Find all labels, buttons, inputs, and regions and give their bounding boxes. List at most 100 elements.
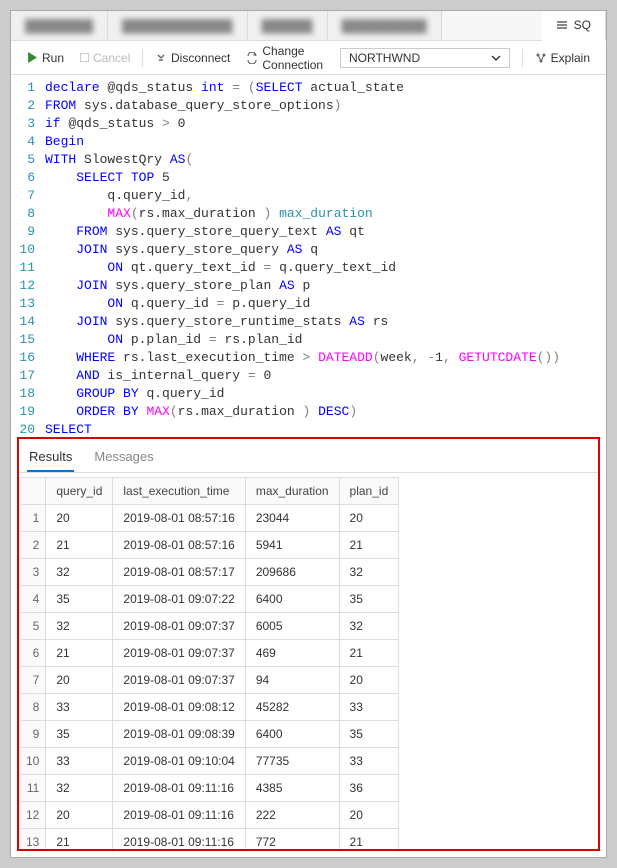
code-line[interactable]: MAX(rs.max_duration ) max_duration bbox=[45, 205, 606, 223]
cell[interactable]: 32 bbox=[46, 775, 113, 802]
cell[interactable]: 32 bbox=[46, 559, 113, 586]
code-line[interactable]: FROM sys.database_query_store_options) bbox=[45, 97, 606, 115]
cell[interactable]: 35 bbox=[339, 721, 399, 748]
cell[interactable]: 32 bbox=[339, 559, 399, 586]
table-row[interactable]: 11322019-08-01 09:11:16438536 bbox=[20, 775, 399, 802]
cell[interactable]: 2019-08-01 09:11:16 bbox=[113, 829, 245, 852]
cell[interactable]: 21 bbox=[46, 829, 113, 852]
code-line[interactable]: GROUP BY q.query_id bbox=[45, 385, 606, 403]
disconnect-button[interactable]: Disconnect bbox=[149, 48, 236, 68]
cell[interactable]: 2019-08-01 09:08:39 bbox=[113, 721, 245, 748]
cell[interactable]: 20 bbox=[46, 505, 113, 532]
code-line[interactable]: JOIN sys.query_store_query AS q bbox=[45, 241, 606, 259]
cell[interactable]: 2019-08-01 09:08:12 bbox=[113, 694, 245, 721]
messages-tab[interactable]: Messages bbox=[92, 443, 155, 472]
cell[interactable]: 2019-08-01 09:11:16 bbox=[113, 802, 245, 829]
file-tab-3[interactable]: ██████ bbox=[248, 11, 328, 40]
cell[interactable]: 35 bbox=[339, 586, 399, 613]
cell[interactable]: 2019-08-01 08:57:16 bbox=[113, 505, 245, 532]
code-line[interactable]: AND is_internal_query = 0 bbox=[45, 367, 606, 385]
cell[interactable]: 6400 bbox=[245, 721, 339, 748]
cell[interactable]: 469 bbox=[245, 640, 339, 667]
cell[interactable]: 2019-08-01 09:07:37 bbox=[113, 640, 245, 667]
code-line[interactable]: Begin bbox=[45, 133, 606, 151]
cell[interactable]: 222 bbox=[245, 802, 339, 829]
table-row[interactable]: 9352019-08-01 09:08:39640035 bbox=[20, 721, 399, 748]
code-line[interactable]: SELECT bbox=[45, 421, 606, 435]
cell[interactable]: 2019-08-01 08:57:17 bbox=[113, 559, 245, 586]
cell[interactable]: 21 bbox=[339, 532, 399, 559]
cell[interactable]: 21 bbox=[46, 640, 113, 667]
results-tab[interactable]: Results bbox=[27, 443, 74, 472]
cell[interactable]: 20 bbox=[46, 802, 113, 829]
cell[interactable]: 32 bbox=[339, 613, 399, 640]
code-line[interactable]: declare @qds_status int = (SELECT actual… bbox=[45, 79, 606, 97]
cell[interactable]: 2019-08-01 09:07:22 bbox=[113, 586, 245, 613]
code-line[interactable]: FROM sys.query_store_query_text AS qt bbox=[45, 223, 606, 241]
cell[interactable]: 33 bbox=[46, 748, 113, 775]
cell[interactable]: 77735 bbox=[245, 748, 339, 775]
code-line[interactable]: ON qt.query_text_id = q.query_text_id bbox=[45, 259, 606, 277]
code-line[interactable]: WITH SlowestQry AS( bbox=[45, 151, 606, 169]
cell[interactable]: 6005 bbox=[245, 613, 339, 640]
table-row[interactable]: 3322019-08-01 08:57:1720968632 bbox=[20, 559, 399, 586]
cell[interactable]: 45282 bbox=[245, 694, 339, 721]
cell[interactable]: 21 bbox=[339, 640, 399, 667]
table-row[interactable]: 10332019-08-01 09:10:047773533 bbox=[20, 748, 399, 775]
cell[interactable]: 2019-08-01 09:10:04 bbox=[113, 748, 245, 775]
cell[interactable]: 32 bbox=[46, 613, 113, 640]
table-row[interactable]: 12202019-08-01 09:11:1622220 bbox=[20, 802, 399, 829]
cell[interactable]: 33 bbox=[339, 748, 399, 775]
table-row[interactable]: 4352019-08-01 09:07:22640035 bbox=[20, 586, 399, 613]
code-line[interactable]: ON p.plan_id = rs.plan_id bbox=[45, 331, 606, 349]
cell[interactable]: 4385 bbox=[245, 775, 339, 802]
cell[interactable]: 20 bbox=[46, 667, 113, 694]
file-tab-active[interactable]: SQ bbox=[542, 11, 606, 41]
file-tab-1[interactable]: ████████ bbox=[11, 11, 108, 40]
column-header[interactable]: plan_id bbox=[339, 478, 399, 505]
column-header[interactable]: max_duration bbox=[245, 478, 339, 505]
table-row[interactable]: 8332019-08-01 09:08:124528233 bbox=[20, 694, 399, 721]
file-tab-4[interactable]: ██████████ bbox=[328, 11, 442, 40]
cell[interactable]: 20 bbox=[339, 802, 399, 829]
cell[interactable]: 35 bbox=[46, 586, 113, 613]
cell[interactable]: 21 bbox=[46, 532, 113, 559]
change-connection-button[interactable]: Change Connection bbox=[240, 41, 330, 75]
database-selector[interactable]: NORTHWND bbox=[340, 48, 510, 68]
cell[interactable]: 2019-08-01 09:07:37 bbox=[113, 667, 245, 694]
cell[interactable]: 6400 bbox=[245, 586, 339, 613]
cell[interactable]: 21 bbox=[339, 829, 399, 852]
cell[interactable]: 35 bbox=[46, 721, 113, 748]
results-grid[interactable]: query_idlast_execution_timemax_durationp… bbox=[19, 477, 399, 851]
sql-editor[interactable]: 12345678910111213141516171819202122 decl… bbox=[11, 75, 606, 435]
table-row[interactable]: 7202019-08-01 09:07:379420 bbox=[20, 667, 399, 694]
code-line[interactable]: JOIN sys.query_store_plan AS p bbox=[45, 277, 606, 295]
column-header[interactable]: last_execution_time bbox=[113, 478, 245, 505]
code-area[interactable]: declare @qds_status int = (SELECT actual… bbox=[45, 75, 606, 435]
explain-button[interactable]: Explain bbox=[529, 48, 596, 68]
cell[interactable]: 5941 bbox=[245, 532, 339, 559]
code-line[interactable]: WHERE rs.last_execution_time > DATEADD(w… bbox=[45, 349, 606, 367]
cell[interactable]: 33 bbox=[46, 694, 113, 721]
column-header[interactable]: query_id bbox=[46, 478, 113, 505]
cell[interactable]: 23044 bbox=[245, 505, 339, 532]
run-button[interactable]: Run bbox=[21, 48, 70, 68]
table-row[interactable]: 6212019-08-01 09:07:3746921 bbox=[20, 640, 399, 667]
cell[interactable]: 33 bbox=[339, 694, 399, 721]
cell[interactable]: 20 bbox=[339, 667, 399, 694]
code-line[interactable]: if @qds_status > 0 bbox=[45, 115, 606, 133]
cell[interactable]: 772 bbox=[245, 829, 339, 852]
cell[interactable]: 36 bbox=[339, 775, 399, 802]
cell[interactable]: 209686 bbox=[245, 559, 339, 586]
code-line[interactable]: SELECT TOP 5 bbox=[45, 169, 606, 187]
code-line[interactable]: ORDER BY MAX(rs.max_duration ) DESC) bbox=[45, 403, 606, 421]
cell[interactable]: 2019-08-01 08:57:16 bbox=[113, 532, 245, 559]
cell[interactable]: 2019-08-01 09:07:37 bbox=[113, 613, 245, 640]
cell[interactable]: 20 bbox=[339, 505, 399, 532]
table-row[interactable]: 2212019-08-01 08:57:16594121 bbox=[20, 532, 399, 559]
table-row[interactable]: 5322019-08-01 09:07:37600532 bbox=[20, 613, 399, 640]
code-line[interactable]: JOIN sys.query_store_runtime_stats AS rs bbox=[45, 313, 606, 331]
code-line[interactable]: ON q.query_id = p.query_id bbox=[45, 295, 606, 313]
file-tab-2[interactable]: █████████████ bbox=[108, 11, 248, 40]
table-row[interactable]: 13212019-08-01 09:11:1677221 bbox=[20, 829, 399, 852]
